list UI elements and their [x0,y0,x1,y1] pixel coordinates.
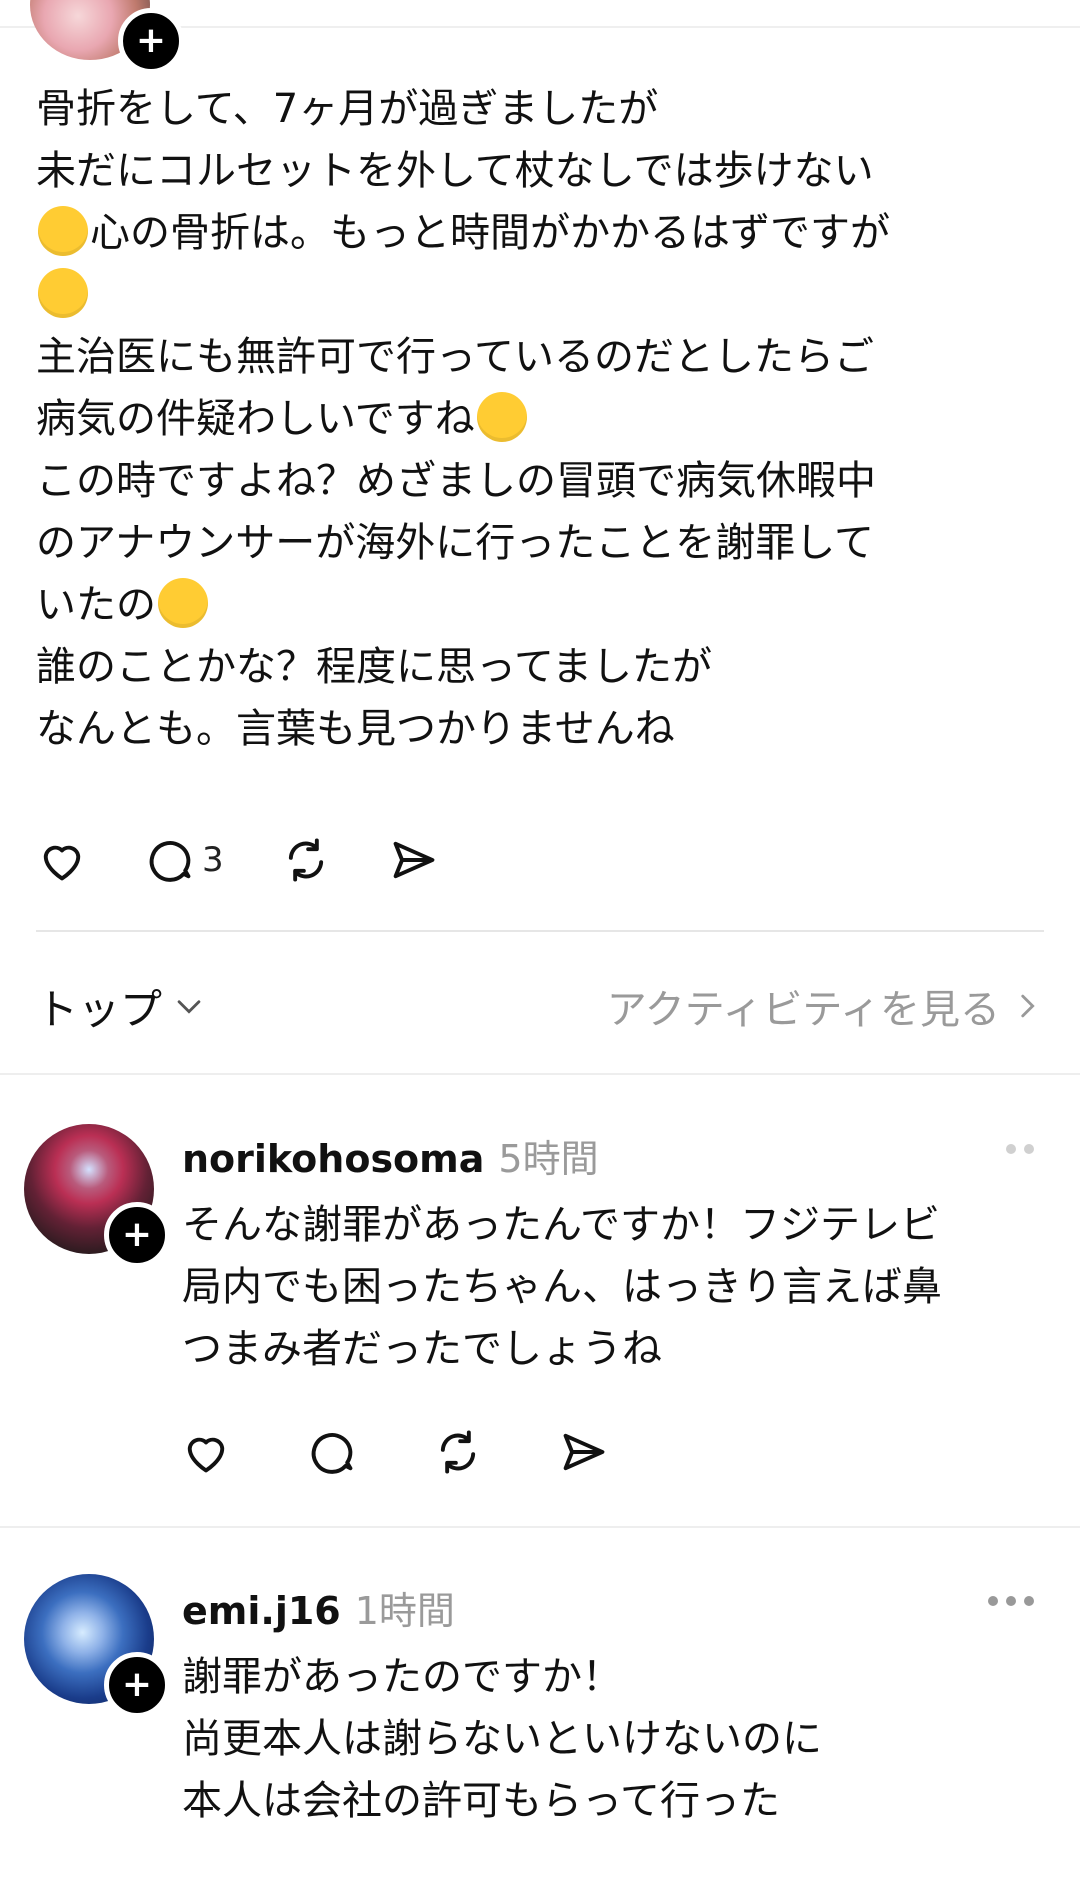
comment-line: 本人は会社の許可もらって行った [182,1778,780,1824]
post-body: 骨折をして、7ヶ月が過ぎましたが 未だにコルセットを外して杖なしでは歩けない 心… [36,78,1016,760]
comment-action-bar [180,1426,666,1478]
thinking-face-emoji [158,578,208,628]
comment-body: そんな謝罪があったんですか！フジテレビ 局内でも困ったちゃん、はっきり言えば鼻 … [182,1194,1042,1380]
send-icon [393,841,435,879]
post-line: 未だにコルセットを外して杖なしでは歩けない [36,148,874,194]
more-dots-icon [1006,1144,1016,1154]
divider [36,930,1044,932]
username[interactable]: norikohosoma [182,1137,484,1181]
follow-plus-icon[interactable]: + [104,1202,170,1268]
share-button[interactable] [558,1426,610,1478]
post-line: 誰のことかな？程度に思ってましたが [36,644,712,690]
raised-eyebrow-emoji [476,392,527,442]
comment-header: norikohosoma 5時間 [182,1128,599,1183]
send-icon [563,1433,605,1471]
post-action-bar: 3 [36,834,496,886]
reply-button[interactable] [306,1426,358,1478]
view-activity-label: アクティビティを見る [606,987,1000,1033]
sort-label: トップ [36,984,163,1034]
chevron-right-icon [1021,994,1035,1018]
comment-line: 局内でも困ったちゃん、はっきり言えば鼻 [182,1264,942,1310]
post-line: この時ですよね？めざましの冒頭で病気休暇中 [36,458,876,504]
post-line: のアナウンサーが海外に行ったことを謝罪して [36,520,874,566]
like-button[interactable] [36,834,88,886]
post-line: なんとも。言葉も見つかりませんね [36,706,675,752]
comment-header: emi.j16 1時間 [182,1580,455,1635]
more-options-button[interactable] [1006,1144,1034,1154]
sort-row: トップ アクティビティを見る [36,966,1044,1046]
pleading-face-emoji [38,206,88,256]
comment-line: そんな謝罪があったんですか！フジテレビ [182,1202,940,1248]
like-button[interactable] [180,1426,232,1478]
timestamp: 5時間 [498,1137,599,1181]
post-line [36,264,1016,326]
comment-body: 謝罪があったのですか！ 尚更本人は謝らないといけないのに 本人は会社の許可もらっ… [182,1646,1042,1832]
comment-line: 謝罪があったのですか！ [182,1654,622,1700]
divider [0,1073,1080,1075]
timestamp: 1時間 [354,1589,455,1633]
follow-plus-icon[interactable]: + [104,1652,170,1718]
view-activity-link[interactable]: アクティビティを見る [607,977,1044,1035]
comment-bubble-icon [149,841,191,882]
follow-plus-icon[interactable]: + [118,8,184,74]
share-button[interactable] [388,834,440,886]
hand-over-mouth-emoji [38,268,88,318]
repost-icon [440,1430,476,1474]
username[interactable]: emi.j16 [182,1589,341,1633]
reply-count: 3 [202,840,224,880]
chevron-down-icon [177,1000,201,1014]
post-line: 主治医にも無許可で行っているのだとしたらご [36,334,874,380]
repost-button[interactable] [432,1426,484,1478]
post-line: いたの [36,574,1016,636]
reply-button[interactable]: 3 [144,834,224,886]
more-dots-icon [988,1596,998,1606]
comment-line: 尚更本人は謝らないといけないのに [182,1716,822,1762]
heart-icon [43,845,81,881]
heart-icon [187,1437,225,1473]
post-line: 骨折をして、7ヶ月が過ぎましたが [36,86,659,132]
comment-line: つまみ者だったでしょうね [182,1326,662,1372]
repost-button[interactable] [280,834,332,886]
more-options-button[interactable] [988,1596,1034,1606]
divider [0,1526,1080,1528]
post-line: 心の骨折は。もっと時間がかかるはずですが [36,202,1016,264]
sort-dropdown[interactable]: トップ [36,976,206,1037]
comment-bubble-icon [311,1433,353,1474]
post-line: 病気の件疑わしいですね [36,388,1016,450]
repost-icon [288,838,323,882]
